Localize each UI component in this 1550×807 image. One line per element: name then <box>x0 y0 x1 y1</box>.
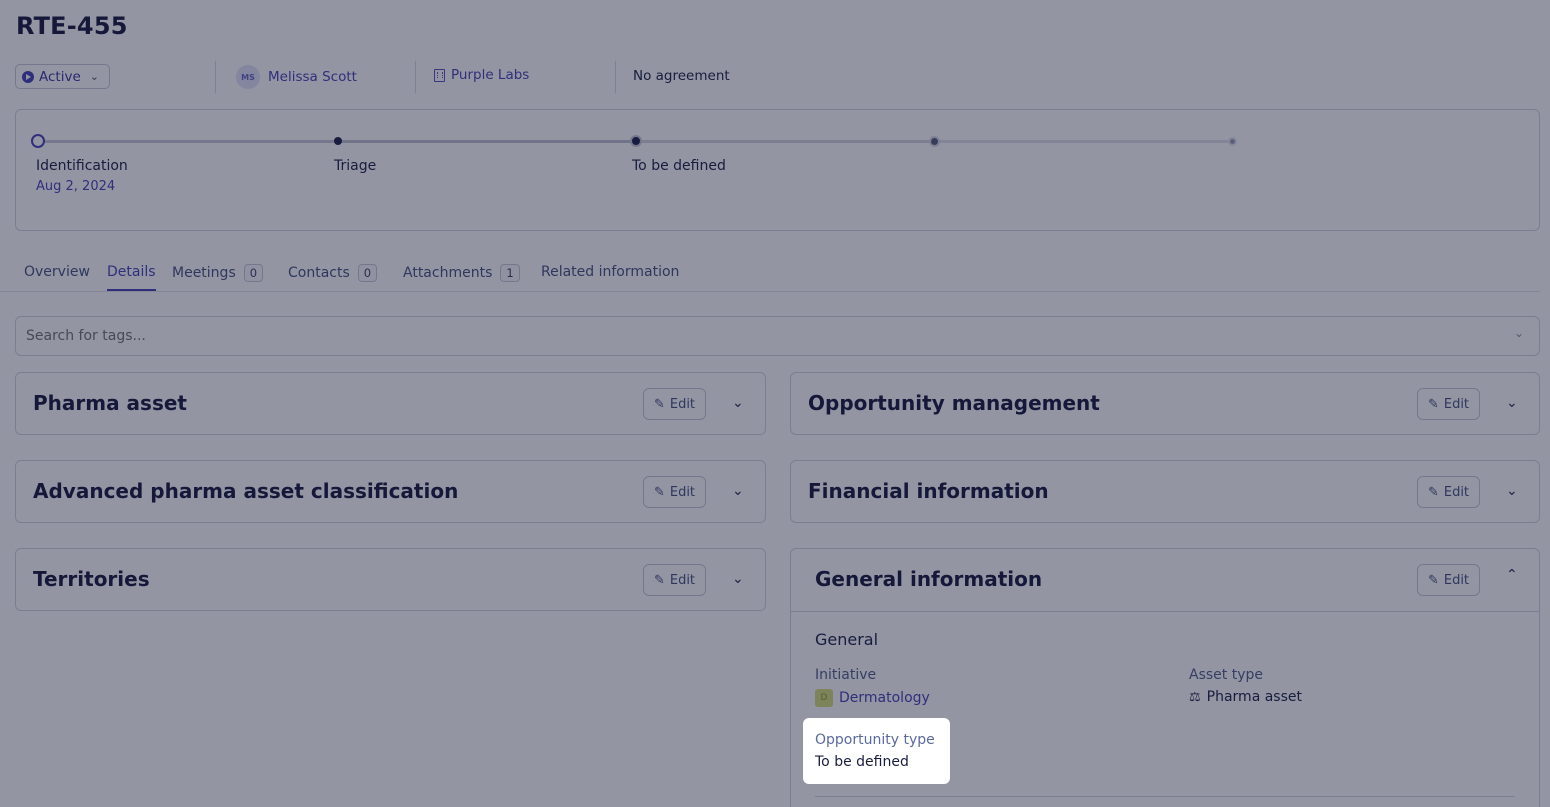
pencil-icon: ✎ <box>653 572 665 588</box>
divider <box>615 61 616 93</box>
page: RTE-455 Active ⌄ MS Melissa Scott Purple… <box>0 0 1550 807</box>
agreement-status: No agreement <box>633 68 730 84</box>
company-name: Purple Labs <box>451 67 530 83</box>
section-title: Advanced pharma asset classification <box>33 479 459 503</box>
stage-current-marker[interactable] <box>31 134 45 148</box>
section-title: General information <box>815 567 1043 591</box>
section-pharma-asset: Pharma asset ✎ Edit ⌄ <box>15 372 766 435</box>
section-advanced-classification: Advanced pharma asset classification ✎ E… <box>15 460 766 523</box>
opportunity-type-label: Opportunity type <box>815 732 935 748</box>
avatar: MS <box>236 65 260 89</box>
page-title: RTE-455 <box>16 12 128 40</box>
stage-marker[interactable] <box>630 135 642 147</box>
stage-connector <box>38 140 336 143</box>
tab-label: Attachments <box>403 265 493 281</box>
opportunity-type-field[interactable]: Opportunity type To be defined <box>803 718 950 784</box>
section-title: Opportunity management <box>808 391 1100 415</box>
pencil-icon: ✎ <box>653 484 665 500</box>
stage-label: Triage <box>334 158 377 174</box>
edit-label: Edit <box>1443 396 1470 412</box>
edit-button[interactable]: ✎ Edit <box>643 564 706 596</box>
owner-name: Melissa Scott <box>268 69 357 85</box>
active-tab-indicator <box>107 289 156 291</box>
tab-overview[interactable]: Overview <box>24 264 90 280</box>
pencil-icon: ✎ <box>1427 572 1439 588</box>
chevron-down-icon[interactable]: ⌄ <box>1506 483 1518 499</box>
divider <box>815 796 1515 797</box>
initiative-label: Initiative <box>815 667 877 683</box>
edit-button[interactable]: ✎ Edit <box>643 476 706 508</box>
divider <box>215 61 216 93</box>
stage-connector <box>934 140 1232 143</box>
pencil-icon: ✎ <box>1427 396 1439 412</box>
pencil-icon: ✎ <box>1427 484 1439 500</box>
tab-contacts[interactable]: Contacts 0 <box>288 264 378 282</box>
section-opportunity-management: Opportunity management ✎ Edit ⌄ <box>790 372 1540 435</box>
flask-icon: ⚖ <box>1189 689 1201 705</box>
count-badge: 1 <box>500 264 520 282</box>
tag-search-input[interactable] <box>15 316 1540 356</box>
section-title: Pharma asset <box>33 391 187 415</box>
count-badge: 0 <box>357 264 378 282</box>
tab-label: Details <box>107 264 156 280</box>
stage-connector <box>338 140 636 143</box>
edit-button[interactable]: ✎ Edit <box>1417 564 1480 596</box>
edit-label: Edit <box>669 572 696 588</box>
pencil-icon: ✎ <box>653 396 665 412</box>
section-title: Financial information <box>808 479 1049 503</box>
stage-tracker <box>15 109 1540 231</box>
chevron-down-icon[interactable]: ⌄ <box>732 483 744 499</box>
chevron-down-icon[interactable]: ⌄ <box>1514 326 1524 340</box>
company-link[interactable]: Purple Labs <box>434 67 529 83</box>
tab-meetings[interactable]: Meetings 0 <box>172 264 264 282</box>
tab-label: Contacts <box>288 265 350 281</box>
subsection-heading: General <box>815 630 879 649</box>
initiative-value[interactable]: D Dermatology <box>815 689 930 707</box>
stage-marker[interactable] <box>334 137 342 145</box>
tab-label: Related information <box>541 264 680 280</box>
divider <box>790 611 1540 612</box>
stage-marker[interactable] <box>1228 137 1237 146</box>
chevron-down-icon[interactable]: ⌄ <box>1506 395 1518 411</box>
stage-date: Aug 2, 2024 <box>36 179 116 194</box>
edit-button[interactable]: ✎ Edit <box>1417 388 1480 420</box>
edit-label: Edit <box>669 484 696 500</box>
chevron-up-icon[interactable]: ⌃ <box>1506 567 1518 583</box>
chevron-down-icon[interactable]: ⌄ <box>732 395 744 411</box>
building-icon <box>434 68 445 82</box>
asset-type-text: Pharma asset <box>1206 689 1302 705</box>
tab-attachments[interactable]: Attachments 1 <box>403 264 520 282</box>
tab-label: Overview <box>24 264 90 280</box>
asset-type-label: Asset type <box>1189 667 1263 683</box>
status-dropdown[interactable]: Active ⌄ <box>15 64 110 89</box>
stage-connector <box>636 140 934 143</box>
opportunity-type-value: To be defined <box>815 754 909 770</box>
tab-related-information[interactable]: Related information <box>541 264 679 280</box>
stage-label: To be defined <box>632 158 726 174</box>
edit-label: Edit <box>1443 572 1470 588</box>
section-territories: Territories ✎ Edit ⌄ <box>15 548 766 611</box>
initiative-link: Dermatology <box>839 690 930 706</box>
divider <box>415 61 416 93</box>
edit-label: Edit <box>1443 484 1470 500</box>
owner-link[interactable]: MS Melissa Scott <box>236 65 357 89</box>
chevron-down-icon[interactable]: ⌄ <box>732 571 744 587</box>
asset-type-value: ⚖ Pharma asset <box>1189 689 1302 705</box>
stage-marker[interactable] <box>929 136 940 147</box>
count-badge: 0 <box>243 264 264 282</box>
section-title: Territories <box>33 567 150 591</box>
edit-button[interactable]: ✎ Edit <box>1417 476 1480 508</box>
play-icon <box>22 70 34 83</box>
chevron-down-icon: ⌄ <box>89 70 99 83</box>
status-label: Active <box>39 68 81 85</box>
edit-button[interactable]: ✎ Edit <box>643 388 706 420</box>
stage-label: Identification <box>36 158 128 174</box>
tab-details[interactable]: Details <box>107 264 156 280</box>
tab-label: Meetings <box>172 265 236 281</box>
edit-label: Edit <box>669 396 696 412</box>
initiative-badge: D <box>815 689 833 707</box>
section-financial-information: Financial information ✎ Edit ⌄ <box>790 460 1540 523</box>
